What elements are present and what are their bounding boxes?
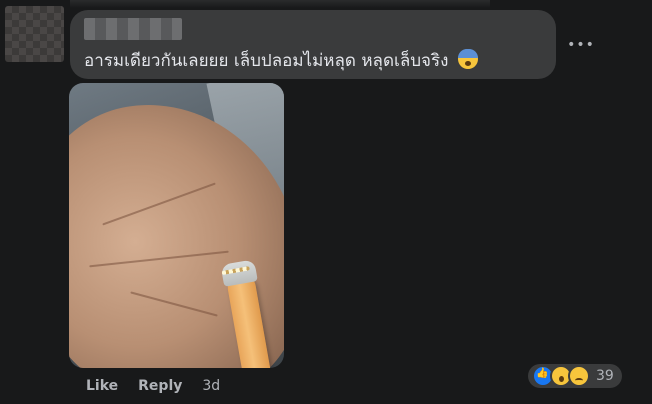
- photo-nail-gems: [221, 266, 250, 276]
- comment-text: อารมเดียวกันเลยยย เล็บปลอมไม่หลุด หลุดเล…: [84, 51, 449, 71]
- reaction-count: 39: [596, 368, 614, 384]
- sad-icon: [568, 365, 590, 387]
- reply-button[interactable]: Reply: [138, 378, 182, 394]
- comment-photo[interactable]: [69, 83, 284, 368]
- comment-text-line: อารมเดียวกันเลยยย เล็บปลอมไม่หลุด หลุดเล…: [84, 47, 478, 74]
- like-button[interactable]: Like: [86, 378, 118, 394]
- commenter-name-redacted[interactable]: [84, 18, 182, 40]
- reaction-summary[interactable]: 39: [528, 364, 622, 388]
- comment-bubble: อารมเดียวกันเลยยย เล็บปลอมไม่หลุด หลุดเล…: [70, 10, 556, 79]
- previous-comment-edge: [70, 0, 490, 8]
- anxious-face-with-sweat-icon: [457, 49, 478, 69]
- avatar[interactable]: [5, 6, 64, 62]
- more-options-icon[interactable]: •••: [567, 32, 594, 58]
- comment-timestamp[interactable]: 3d: [202, 378, 220, 394]
- comment-actions: Like Reply 3d: [86, 378, 220, 394]
